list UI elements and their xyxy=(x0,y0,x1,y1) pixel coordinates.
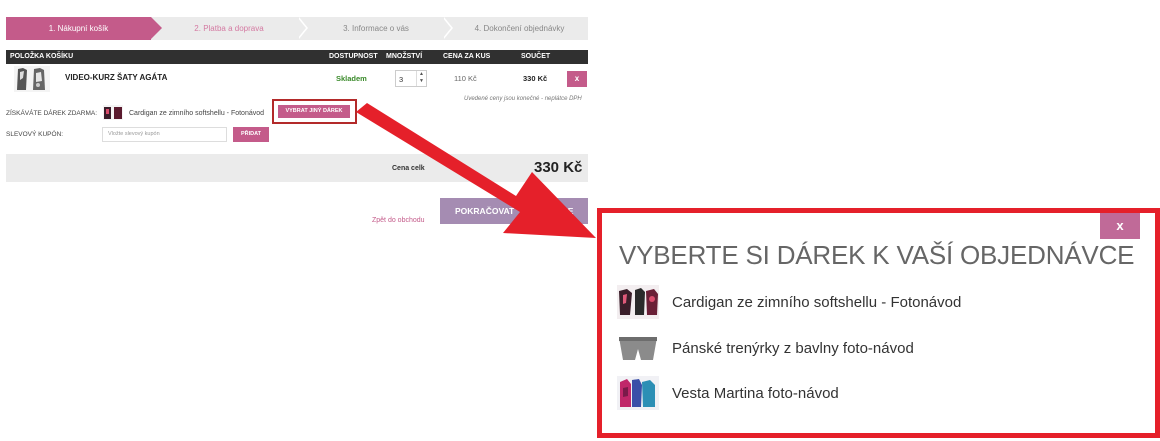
header-unit-price: CENA ZA KUS xyxy=(443,53,491,60)
step-info[interactable]: 3. Informace o vás xyxy=(306,17,446,40)
choose-other-gift-button[interactable]: VYBRAT JINÝ DÁREK xyxy=(278,105,350,118)
continue-button[interactable]: POKRAČOVAT VCE xyxy=(440,198,588,224)
availability-status: Skladem xyxy=(336,74,367,83)
free-gift-label: ZÍSKÁVÁTE DÁREK ZDARMA: xyxy=(6,110,98,117)
free-gift-name: Cardigan ze zimního softshellu - Fotonáv… xyxy=(129,110,265,117)
header-quantity: MNOŽSTVÍ xyxy=(386,53,423,60)
step-cart[interactable]: 1. Nákupní košík xyxy=(6,17,162,40)
gift-option[interactable]: Pánské trenýrky z bavlny foto-návod xyxy=(617,331,1117,367)
step-payment[interactable]: 2. Platba a doprava xyxy=(159,17,299,40)
continue-label-tail: VCE xyxy=(556,206,574,216)
close-modal-button[interactable]: x xyxy=(1100,213,1140,239)
total-label: Cena celk xyxy=(392,165,425,172)
modal-title: VYBERTE SI DÁREK K VAŠÍ OBJEDNÁVCE xyxy=(619,240,1135,270)
quantity-spinner[interactable]: ▲ ▼ xyxy=(416,71,426,86)
gift-option-label[interactable]: Vesta Martina foto-návod xyxy=(672,385,839,402)
vat-note: Uvedené ceny jsou konečné - neplátce DPH xyxy=(464,96,582,102)
gift-thumbnail xyxy=(103,105,123,120)
quantity-value[interactable]: 3 xyxy=(399,75,403,84)
gift-option[interactable]: Cardigan ze zimního softshellu - Fotonáv… xyxy=(617,285,1117,321)
unit-price: 110 Kč xyxy=(454,74,477,83)
product-name[interactable]: VIDEO-KURZ ŠATY AGÁTA xyxy=(65,73,167,82)
cart-table-header: POLOŽKA KOŠÍKU DOSTUPNOST MNOŽSTVÍ CENA … xyxy=(6,50,588,64)
boxer-shorts-thumbnail xyxy=(617,331,659,365)
total-bar xyxy=(6,154,588,182)
back-to-shop-link[interactable]: Zpět do obchodu xyxy=(372,217,425,224)
gift-option[interactable]: Vesta Martina foto-návod xyxy=(617,376,1117,412)
gift-option-label[interactable]: Cardigan ze zimního softshellu - Fotonáv… xyxy=(672,294,961,311)
header-availability: DOSTUPNOST xyxy=(329,53,378,60)
header-item: POLOŽKA KOŠÍKU xyxy=(10,53,74,60)
total-value: 330 Kč xyxy=(534,159,583,176)
remove-item-button[interactable]: x xyxy=(567,71,587,87)
coupon-input[interactable]: Vložte slevový kupón xyxy=(102,127,227,142)
line-total: 330 Kč xyxy=(523,74,548,83)
vest-thumbnail xyxy=(617,376,659,410)
header-total: SOUČET xyxy=(521,53,551,60)
coupon-label: SLEVOVÝ KUPÓN: xyxy=(6,131,64,138)
gift-button-highlight: VYBRAT JINÝ DÁREK xyxy=(272,99,357,124)
product-thumbnail[interactable] xyxy=(14,66,50,92)
checkout-stepper: 1. Nákupní košík 2. Platba a doprava 3. … xyxy=(6,16,588,40)
quantity-stepper[interactable]: 3 ▲ ▼ xyxy=(395,70,427,87)
step-finish[interactable]: 4. Dokončení objednávky xyxy=(451,17,588,40)
add-coupon-button[interactable]: PŘIDAT xyxy=(233,127,269,142)
gift-option-label[interactable]: Pánské trenýrky z bavlny foto-návod xyxy=(672,340,914,357)
continue-label: POKRAČOVAT xyxy=(455,206,515,216)
cardigan-thumbnail xyxy=(617,285,659,319)
